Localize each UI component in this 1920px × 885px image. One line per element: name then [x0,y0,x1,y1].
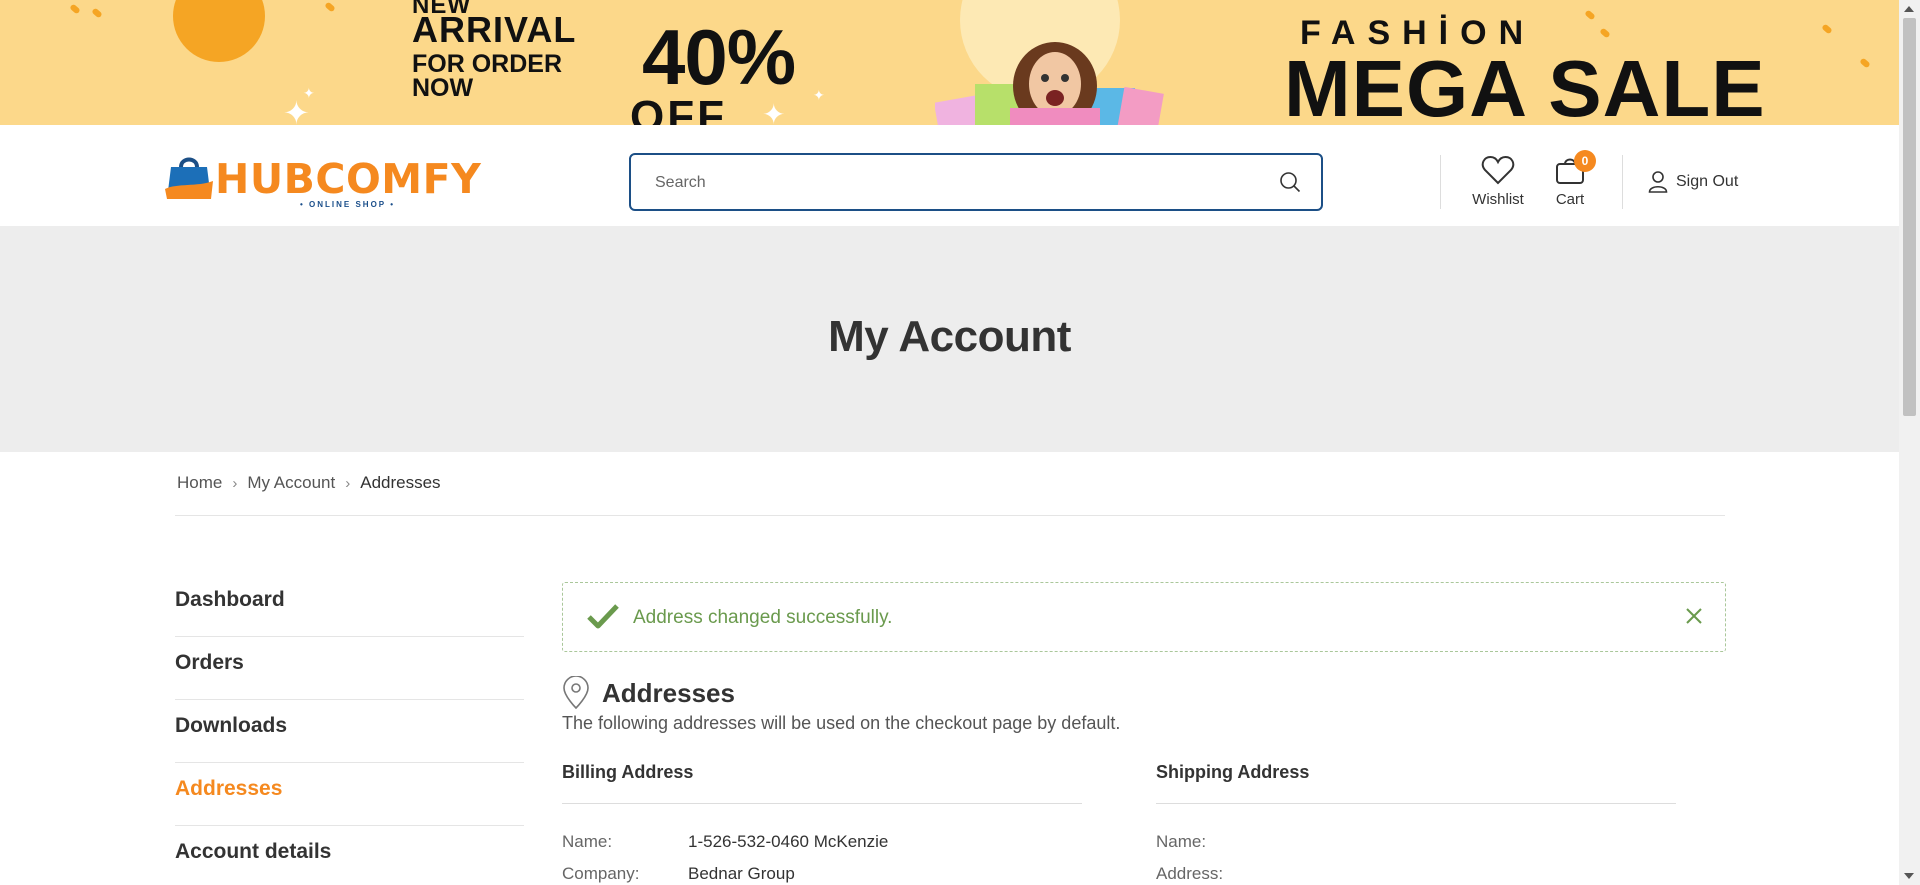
search-icon[interactable] [1279,171,1301,193]
checkmark-icon [587,604,619,629]
shipping-address-card: Shipping Address Name: Address: [1156,762,1676,884]
banner-confetti [69,3,81,15]
addresses-description: The following addresses will be used on … [562,713,1121,733]
banner-sun-decoration [173,0,265,62]
wishlist-button[interactable]: Wishlist [1470,155,1526,208]
brand-name: HUBCOMFY [215,155,482,203]
account-sidebar: Dashboard Orders Downloads Addresses Acc… [175,574,524,885]
sidebar-item-orders[interactable]: Orders [175,637,524,700]
chevron-right-icon: › [232,474,238,492]
addresses-heading: Addresses [562,676,735,710]
banner-percent-text: 40% [642,13,796,101]
breadcrumb-current: Addresses [360,473,441,492]
header-divider [1622,155,1623,209]
sign-out-label: Sign Out [1676,173,1739,190]
banner-confetti [1859,57,1871,69]
billing-row-value: Bednar Group [688,864,795,883]
sidebar-item-dashboard[interactable]: Dashboard [175,574,524,637]
map-pin-icon [563,676,589,710]
banner-confetti [1584,9,1596,21]
page-scrollbar[interactable] [1899,0,1920,885]
banner-confetti [1821,23,1833,35]
success-alert: Address changed successfully. [562,582,1726,652]
shopping-woman-illustration [935,42,1164,125]
heart-icon [1481,155,1515,185]
page-title-band: My Account [0,226,1899,452]
addresses-title: Addresses [602,677,735,708]
sidebar-item-downloads[interactable]: Downloads [175,700,524,763]
banner-confetti [1599,27,1611,39]
search-input[interactable] [655,171,1255,195]
sign-out-button[interactable]: Sign Out [1648,171,1738,193]
breadcrumb-home[interactable]: Home [177,473,222,493]
billing-row-value: 1-526-532-0460 McKenzie [688,832,889,851]
billing-address-title: Billing Address [562,762,1082,804]
site-logo[interactable]: HUBCOMFY [163,153,481,205]
banner-off-text: OFF [630,92,727,125]
billing-row-key: Company: [562,864,640,883]
close-icon[interactable] [1685,607,1703,625]
shipping-row-key: Name: [1156,832,1207,851]
billing-row: Name: 1-526-532-0460 McKenzie [562,832,1082,852]
page-title: My Account [828,312,1071,361]
sparkle-icon: ✦ [303,86,315,102]
promo-banner[interactable]: ✦ ✦ ✦ ✦ NEW ARRIVAL FOR ORDER NOW 40% OF… [0,0,1899,125]
scroll-up-arrow-icon[interactable] [1904,6,1914,12]
banner-confetti [91,7,103,19]
sidebar-item-account-details[interactable]: Account details [175,826,524,885]
wishlist-label: Wishlist [1472,191,1524,208]
billing-row: Company: Bednar Group [562,864,1082,884]
user-icon [1648,171,1668,193]
sidebar-item-addresses[interactable]: Addresses [175,763,524,826]
breadcrumb: Home › My Account › Addresses [177,473,441,493]
chevron-right-icon: › [345,474,351,492]
brand-tagline: • ONLINE SHOP • [300,200,396,209]
banner-arrival-text: ARRIVAL [412,9,577,50]
header-divider [1440,155,1441,209]
shipping-address-title: Shipping Address [1156,762,1676,804]
site-header: HUBCOMFY • ONLINE SHOP • Wishlist Cart 0… [0,125,1899,226]
banner-mega-sale-text: MEGA SALE [1284,44,1766,126]
shipping-row: Address: [1156,864,1676,884]
breadcrumb-my-account[interactable]: My Account [247,473,335,493]
search-box [629,153,1323,211]
scroll-down-arrow-icon[interactable] [1904,873,1914,879]
shipping-row: Name: [1156,832,1676,852]
alert-message: Address changed successfully. [633,607,893,628]
scrollbar-thumb[interactable] [1903,18,1916,416]
banner-confetti [324,1,336,13]
breadcrumb-divider [175,515,1725,516]
shopping-bag-logo-icon [165,157,213,199]
banner-for-order-text: FOR ORDER NOW [412,50,562,102]
cart-label: Cart [1555,191,1585,208]
billing-address-card: Billing Address Name: 1-526-532-0460 McK… [562,762,1082,884]
billing-row-key: Name: [562,832,613,851]
shipping-row-key: Address: [1156,864,1224,883]
sparkle-icon: ✦ [813,88,825,104]
cart-count-badge: 0 [1574,150,1596,172]
